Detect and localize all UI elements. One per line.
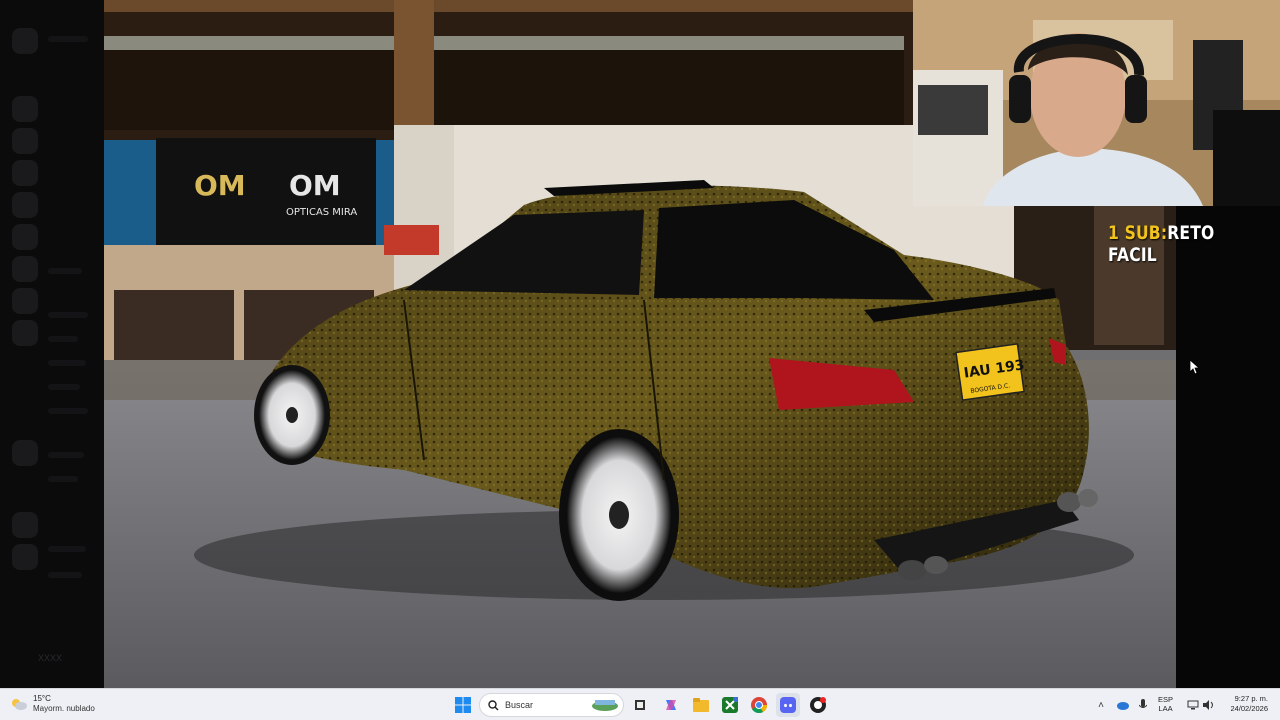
- server-icon[interactable]: [12, 256, 38, 282]
- server-icon[interactable]: [12, 440, 38, 466]
- background-app-sidebar: XXXX: [0, 0, 104, 688]
- file-explorer-icon[interactable]: [689, 693, 713, 717]
- network-icon[interactable]: [1186, 698, 1200, 712]
- server-icon[interactable]: [12, 192, 38, 218]
- xbox-icon[interactable]: [718, 693, 742, 717]
- mouse-cursor-icon: [1189, 359, 1201, 380]
- server-icon[interactable]: [12, 512, 38, 538]
- server-icon[interactable]: [12, 28, 38, 54]
- logo-text: OM: [194, 169, 246, 202]
- server-icon[interactable]: [12, 96, 38, 122]
- onedrive-icon[interactable]: [1115, 698, 1129, 712]
- challenge-overlay-text: 1 SUB:RETO FACIL: [1108, 222, 1249, 266]
- taskbar: 15°C Mayorm. nublado Buscar ˄ ESP LAA 9:…: [0, 688, 1280, 720]
- microphone-icon[interactable]: [1136, 698, 1150, 712]
- obs-icon[interactable]: [806, 693, 830, 717]
- chevron-up-icon[interactable]: ˄: [1094, 698, 1108, 712]
- task-view-icon[interactable]: [628, 693, 652, 717]
- discord-icon[interactable]: [776, 693, 800, 717]
- desktop: XXXX OM OM OPTICAS MIRA IAU 193 BOGOTA D…: [0, 0, 1280, 688]
- search-icon: [488, 699, 499, 710]
- server-icon[interactable]: [12, 320, 38, 346]
- weather-condition: Mayorm. nublado: [33, 704, 95, 713]
- taskbar-search[interactable]: Buscar: [479, 693, 624, 717]
- chrome-icon[interactable]: [747, 693, 771, 717]
- sub-count-label: 1 SUB:: [1108, 222, 1168, 244]
- user-label: XXXX: [38, 653, 63, 663]
- weather-temp: 15°C: [33, 694, 51, 703]
- clock-time: 9:27 p. m.: [1234, 694, 1268, 703]
- volume-icon[interactable]: [1202, 698, 1216, 712]
- svg-text:OM: OM: [289, 169, 341, 202]
- language-indicator[interactable]: ESP LAA: [1158, 695, 1173, 713]
- start-icon[interactable]: [451, 693, 475, 717]
- clock-date: 24/02/2026: [1230, 704, 1268, 713]
- banner-text: OPTICAS MIRA: [286, 207, 357, 218]
- cloud-sun-icon: [12, 699, 27, 710]
- weather-widget[interactable]: 15°C Mayorm. nublado: [10, 694, 95, 714]
- news-widget-icon: [592, 700, 618, 711]
- clock[interactable]: 9:27 p. m. 24/02/2026: [1222, 694, 1268, 714]
- copilot-icon[interactable]: [659, 693, 683, 717]
- webcam-overlay: [913, 0, 1280, 206]
- server-icon[interactable]: [12, 128, 38, 154]
- server-icon[interactable]: [12, 544, 38, 570]
- server-icon[interactable]: [12, 160, 38, 186]
- server-icon[interactable]: [12, 224, 38, 250]
- search-placeholder: Buscar: [505, 700, 534, 710]
- server-icon[interactable]: [12, 288, 38, 314]
